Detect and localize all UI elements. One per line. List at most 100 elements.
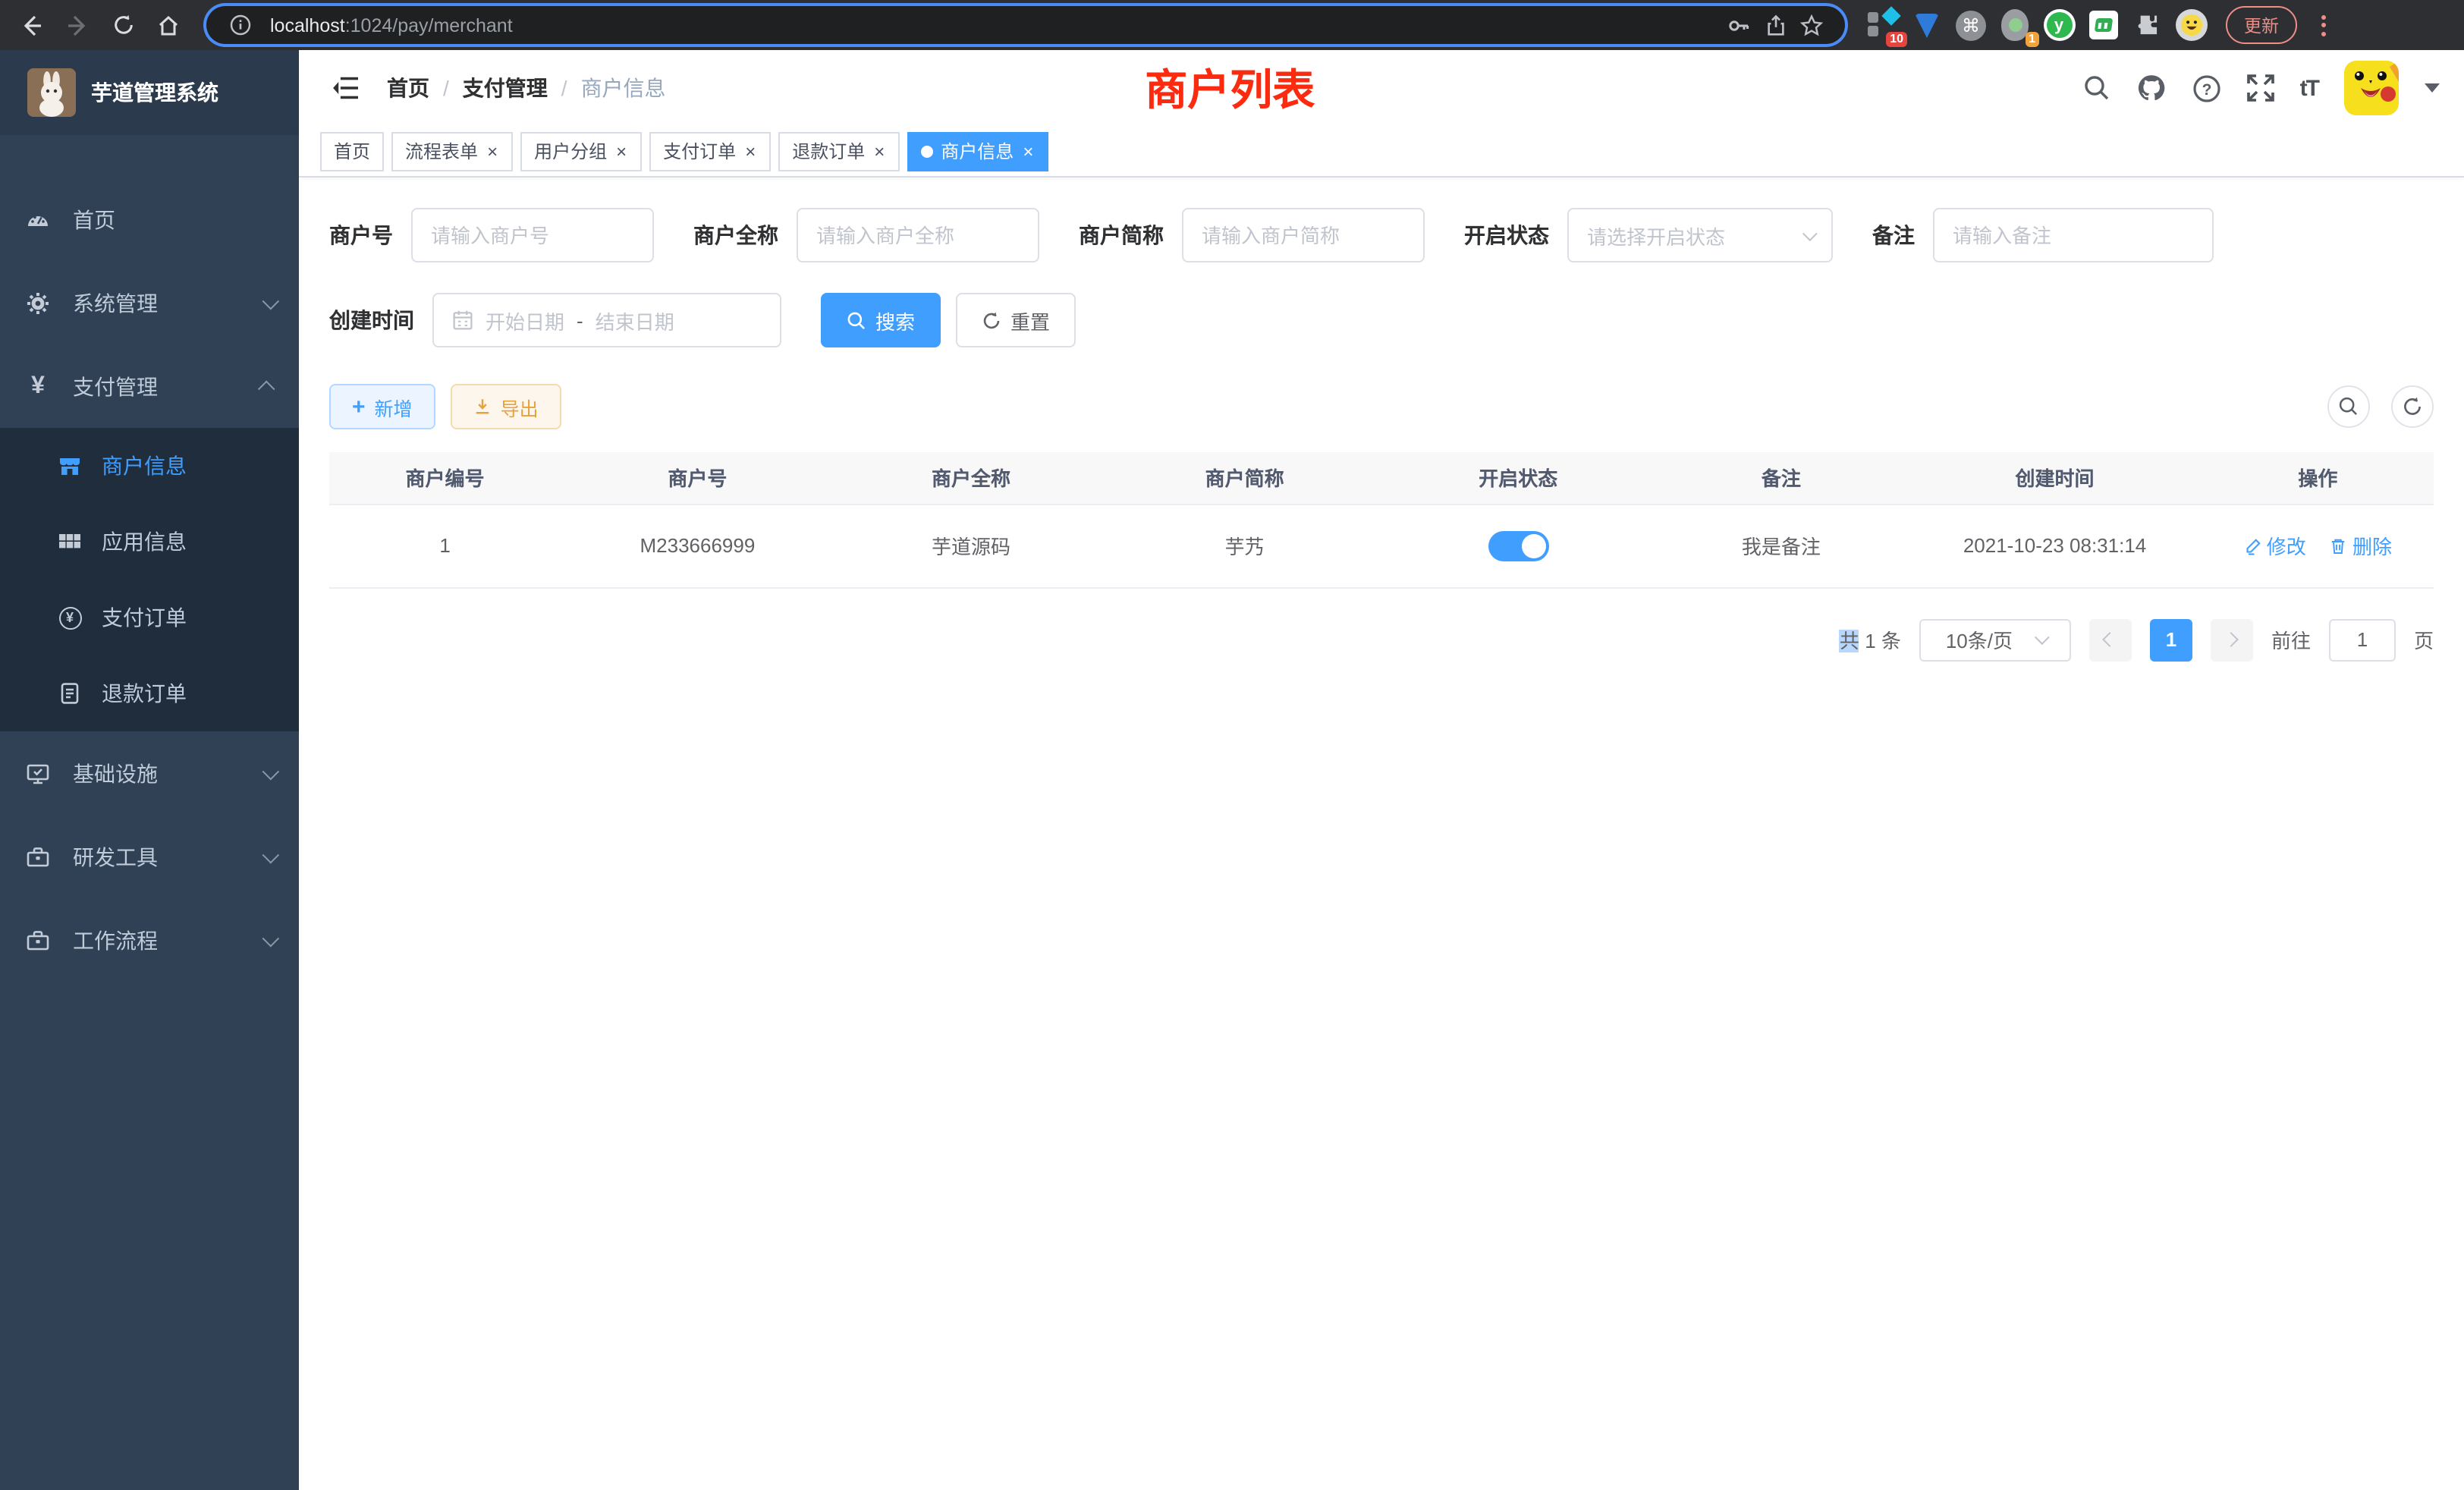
- search-button[interactable]: 搜索: [821, 293, 941, 347]
- chevron-left-icon: [2103, 632, 2118, 647]
- filter-label: 商户全称: [693, 220, 778, 250]
- fullscreen-icon[interactable]: [2247, 74, 2274, 102]
- font-size-icon[interactable]: tT: [2300, 75, 2318, 101]
- prev-page-button[interactable]: [2089, 618, 2132, 661]
- refresh-icon: [2402, 396, 2423, 417]
- tab-merchant-info[interactable]: 商户信息×: [907, 131, 1048, 171]
- goto-label: 前往: [2271, 625, 2311, 654]
- sidebar-item-devtools[interactable]: 研发工具: [0, 815, 299, 898]
- reset-button[interactable]: 重置: [956, 293, 1076, 347]
- col-remark: 备注: [1655, 452, 1908, 504]
- sidebar-item-workflow[interactable]: 工作流程: [0, 898, 299, 982]
- sidebar-item-refund-order[interactable]: 退款订单: [0, 655, 299, 731]
- sidebar-item-merchant-info[interactable]: 商户信息: [0, 428, 299, 504]
- breadcrumb: 首页 / 支付管理 / 商户信息: [387, 73, 666, 103]
- arrow-right-icon: [65, 13, 90, 37]
- search-icon[interactable]: [2083, 74, 2110, 102]
- sidebar-item-infra[interactable]: 基础设施: [0, 731, 299, 815]
- close-icon[interactable]: ×: [614, 142, 628, 160]
- page-size-select[interactable]: 10条/页: [1919, 618, 2071, 661]
- status-select[interactable]: 请选择开启状态: [1567, 208, 1833, 262]
- password-key-icon[interactable]: [1721, 7, 1757, 43]
- breadcrumb-payment[interactable]: 支付管理: [463, 73, 548, 103]
- sidebar-item-system[interactable]: 系统管理: [0, 261, 299, 344]
- delete-link[interactable]: 删除: [2330, 531, 2392, 560]
- export-button[interactable]: 导出: [451, 384, 561, 429]
- sidebar-item-pay-order[interactable]: ¥ 支付订单: [0, 580, 299, 655]
- next-page-button[interactable]: [2211, 618, 2253, 661]
- date-range-input[interactable]: 开始日期 - 结束日期: [432, 293, 781, 347]
- info-icon[interactable]: [222, 7, 258, 43]
- toolbox-icon: [26, 844, 50, 869]
- merchant-table: 商户编号 商户号 商户全称 商户简称 开启状态 备注 创建时间 操作 1: [329, 452, 2434, 588]
- extensions-menu-button[interactable]: [2130, 8, 2164, 42]
- extension-y[interactable]: y: [2042, 8, 2076, 42]
- sidebar-collapse-button[interactable]: [320, 62, 372, 114]
- close-icon[interactable]: ×: [743, 142, 757, 160]
- browser-reload-button[interactable]: [103, 5, 143, 45]
- chevron-down-icon: [262, 846, 280, 863]
- tab-label: 用户分组: [534, 138, 607, 164]
- col-actions: 操作: [2202, 452, 2434, 504]
- full-name-input[interactable]: [816, 224, 1020, 247]
- filter-label: 创建时间: [329, 305, 414, 335]
- briefcase-icon: [26, 928, 50, 952]
- breadcrumb-home[interactable]: 首页: [387, 73, 429, 103]
- cell-short-name: 芋艿: [1108, 504, 1381, 587]
- browser-toolbar: localhost:1024/pay/merchant 10 ⌘ 1: [0, 0, 2464, 50]
- sidebar-item-home[interactable]: 首页: [0, 178, 299, 261]
- edit-link[interactable]: 修改: [2244, 531, 2306, 560]
- remark-input[interactable]: [1953, 224, 2194, 247]
- short-name-input[interactable]: [1202, 224, 1405, 247]
- toggle-search-button[interactable]: [2327, 385, 2370, 428]
- url-text[interactable]: localhost:1024/pay/merchant: [270, 14, 1721, 36]
- address-bar[interactable]: localhost:1024/pay/merchant: [206, 6, 1845, 44]
- refresh-table-button[interactable]: [2391, 385, 2434, 428]
- extension-gem[interactable]: [1910, 8, 1944, 42]
- status-toggle[interactable]: [1488, 530, 1548, 561]
- total-char: 共: [1840, 630, 1859, 652]
- extension-blob-badge[interactable]: 1: [1998, 8, 2032, 42]
- edit-link-label: 修改: [2267, 531, 2306, 560]
- browser-forward-button[interactable]: [58, 5, 97, 45]
- add-button[interactable]: + 新增: [329, 384, 435, 429]
- user-avatar[interactable]: [2344, 61, 2399, 115]
- bookmark-star-icon[interactable]: [1793, 7, 1830, 43]
- browser-home-button[interactable]: [149, 5, 188, 45]
- filter-row-2: 创建时间 开始日期 - 结束日期 搜索: [329, 293, 2434, 347]
- extension-command[interactable]: ⌘: [1954, 8, 1988, 42]
- tab-refund-order[interactable]: 退款订单×: [778, 131, 900, 171]
- github-icon[interactable]: [2136, 73, 2167, 103]
- end-date-placeholder: 结束日期: [596, 306, 674, 335]
- browser-back-button[interactable]: [12, 5, 52, 45]
- extension-badge-10: 10: [1886, 31, 1907, 46]
- chevron-down-icon: [262, 292, 280, 310]
- browser-menu-button[interactable]: [2312, 14, 2334, 36]
- app-logo-row[interactable]: 芋道管理系统: [0, 50, 299, 135]
- extension-grid-badge[interactable]: 10: [1866, 8, 1900, 42]
- select-placeholder: 请选择开启状态: [1587, 221, 1725, 250]
- merchant-no-input[interactable]: [431, 224, 634, 247]
- tab-home[interactable]: 首页: [320, 131, 384, 171]
- goto-page-input[interactable]: [2330, 628, 2394, 651]
- share-icon[interactable]: [1757, 7, 1793, 43]
- extension-chat[interactable]: [2086, 8, 2120, 42]
- tab-pay-order[interactable]: 支付订单×: [649, 131, 771, 171]
- browser-update-button[interactable]: 更新: [2226, 6, 2297, 44]
- close-icon[interactable]: ×: [486, 142, 499, 160]
- close-icon[interactable]: ×: [1021, 142, 1035, 160]
- filter-label: 商户简称: [1079, 220, 1164, 250]
- tab-process-form[interactable]: 流程表单×: [391, 131, 513, 171]
- col-merchant-no: 商户号: [561, 452, 834, 504]
- help-icon[interactable]: ?: [2192, 74, 2221, 102]
- page-number-1[interactable]: 1: [2150, 618, 2192, 661]
- screen: localhost:1024/pay/merchant 10 ⌘ 1: [0, 0, 2464, 1490]
- filter-label: 商户号: [329, 220, 393, 250]
- browser-profile-avatar[interactable]: [2174, 8, 2208, 42]
- sidebar-item-payment[interactable]: ¥ 支付管理: [0, 344, 299, 428]
- tab-user-group[interactable]: 用户分组 ×: [520, 131, 642, 171]
- avatar-caret-icon[interactable]: [2425, 83, 2440, 93]
- sidebar-item-app-info[interactable]: 应用信息: [0, 504, 299, 580]
- y-circle-icon: y: [2043, 9, 2075, 41]
- close-icon[interactable]: ×: [872, 142, 886, 160]
